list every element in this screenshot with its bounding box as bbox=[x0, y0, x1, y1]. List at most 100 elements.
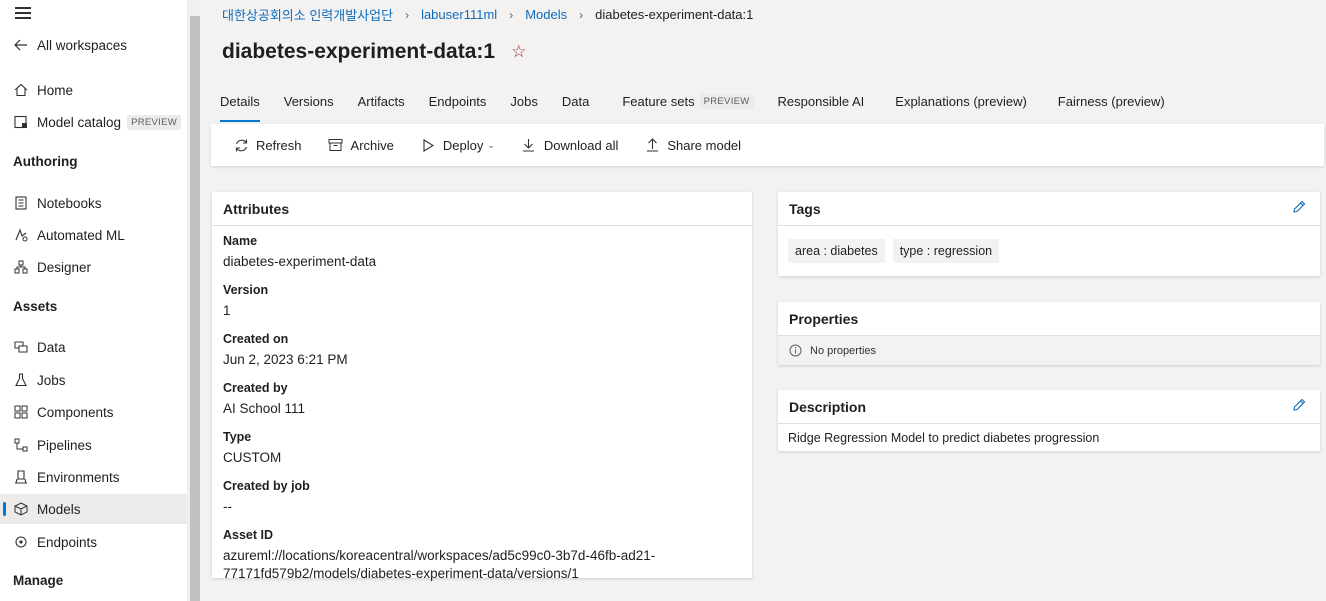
nav-models-label: Models bbox=[37, 501, 81, 517]
play-icon bbox=[420, 137, 436, 153]
nav-designer[interactable]: Designer bbox=[0, 252, 187, 282]
archive-button[interactable]: Archive bbox=[328, 137, 394, 153]
tag-chip[interactable]: type : regression bbox=[892, 239, 1000, 263]
archive-icon bbox=[328, 137, 344, 153]
nav-pipelines[interactable]: Pipelines bbox=[0, 430, 187, 460]
favorite-star-icon[interactable]: ☆ bbox=[511, 42, 526, 62]
feature-sets-preview-badge: PREVIEW bbox=[699, 94, 754, 109]
breadcrumb: 대한상공회의소 인력개발사업단 › labuser111ml › Models … bbox=[222, 5, 753, 24]
components-icon bbox=[13, 404, 29, 420]
notebook-icon bbox=[13, 195, 29, 211]
tab-jobs[interactable]: Jobs bbox=[510, 94, 537, 124]
nav-automated-ml-label: Automated ML bbox=[37, 227, 125, 243]
attr-created-by-value: AI School 111 bbox=[223, 401, 306, 416]
share-model-button[interactable]: Share model bbox=[644, 137, 741, 153]
tab-explanations[interactable]: Explanations (preview) bbox=[895, 94, 1027, 124]
main-content: 대한상공회의소 인력개발사업단 › labuser111ml › Models … bbox=[202, 0, 1326, 601]
nav-data[interactable]: Data bbox=[0, 332, 187, 362]
nav-model-catalog-label: Model catalog bbox=[37, 114, 122, 130]
attr-created-by-job-label: Created by job bbox=[223, 479, 310, 493]
tab-fairness[interactable]: Fairness (preview) bbox=[1058, 94, 1165, 124]
nav-home[interactable]: Home bbox=[0, 75, 187, 105]
nav-data-label: Data bbox=[37, 339, 66, 355]
description-text: Ridge Regression Model to predict diabet… bbox=[788, 431, 1100, 445]
nav-endpoints-label: Endpoints bbox=[37, 534, 98, 550]
chevron-right-icon: › bbox=[405, 7, 410, 22]
nav-jobs-label: Jobs bbox=[37, 372, 66, 388]
attr-version-label: Version bbox=[223, 283, 269, 297]
deploy-button[interactable]: Deploy ⌄ bbox=[420, 137, 495, 153]
attr-name-label: Name bbox=[223, 234, 258, 248]
nav-components-label: Components bbox=[37, 404, 114, 420]
attributes-card: Attributes Name diabetes-experiment-data… bbox=[212, 192, 752, 581]
attr-type-value: CUSTOM bbox=[223, 450, 282, 465]
section-assets: Assets bbox=[13, 299, 58, 314]
tag-chip[interactable]: area : diabetes bbox=[788, 239, 885, 263]
command-bar: Refresh Archive Deploy ⌄ Download all Sh… bbox=[211, 124, 1324, 166]
tab-responsible-ai[interactable]: Responsible AI bbox=[778, 94, 865, 124]
refresh-button[interactable]: Refresh bbox=[233, 137, 302, 153]
nav-home-label: Home bbox=[37, 82, 74, 98]
chevron-down-icon: ⌄ bbox=[487, 139, 495, 150]
breadcrumb-models[interactable]: Models bbox=[525, 7, 567, 22]
nav-notebooks[interactable]: Notebooks bbox=[0, 188, 187, 218]
nav-endpoints[interactable]: Endpoints bbox=[0, 527, 187, 557]
preview-badge: PREVIEW bbox=[127, 114, 181, 130]
nav-jobs[interactable]: Jobs bbox=[0, 365, 187, 395]
nav-environments[interactable]: Environments bbox=[0, 462, 187, 492]
tab-versions[interactable]: Versions bbox=[284, 94, 334, 124]
nav-notebooks-label: Notebooks bbox=[37, 195, 102, 211]
model-catalog-icon bbox=[13, 114, 29, 130]
section-authoring: Authoring bbox=[13, 154, 78, 169]
attr-asset-id-label: Asset ID bbox=[223, 528, 274, 542]
home-icon bbox=[13, 82, 29, 98]
edit-pencil-icon[interactable] bbox=[1292, 200, 1306, 217]
nav-pipelines-label: Pipelines bbox=[37, 437, 92, 453]
chevron-right-icon: › bbox=[579, 7, 584, 22]
nav-environments-label: Environments bbox=[37, 469, 120, 485]
endpoints-icon bbox=[13, 534, 29, 550]
chevron-right-icon: › bbox=[509, 7, 514, 22]
edit-pencil-icon[interactable] bbox=[1292, 398, 1306, 415]
info-icon bbox=[789, 344, 802, 357]
download-all-button[interactable]: Download all bbox=[521, 137, 618, 153]
tags-card: Tags area : diabetes type : regression bbox=[778, 192, 1320, 276]
attr-created-by-job-value: -- bbox=[223, 499, 232, 514]
attr-asset-id-value-line1: azureml://locations/koreacentral/workspa… bbox=[223, 548, 656, 563]
refresh-icon bbox=[233, 137, 249, 153]
data-icon bbox=[13, 339, 29, 355]
pipelines-icon bbox=[13, 437, 29, 453]
tab-data[interactable]: Data bbox=[562, 94, 589, 124]
properties-card: Properties No properties bbox=[778, 302, 1320, 365]
nav-models[interactable]: Models bbox=[0, 494, 187, 524]
attr-created-on-label: Created on bbox=[223, 332, 289, 346]
breadcrumb-workspace[interactable]: labuser111ml bbox=[421, 7, 497, 22]
breadcrumb-workspace-group[interactable]: 대한상공회의소 인력개발사업단 bbox=[222, 5, 393, 24]
attributes-heading: Attributes bbox=[212, 192, 752, 226]
attr-version-value: 1 bbox=[223, 303, 231, 318]
sidebar-scrollbar-thumb[interactable] bbox=[190, 16, 200, 601]
attr-type-label: Type bbox=[223, 430, 252, 444]
hamburger-menu-icon[interactable] bbox=[15, 6, 31, 20]
description-heading: Description bbox=[778, 390, 1320, 424]
share-icon bbox=[644, 137, 660, 153]
tab-endpoints[interactable]: Endpoints bbox=[429, 94, 487, 124]
description-card: Description Ridge Regression Model to pr… bbox=[778, 390, 1320, 451]
no-properties-message: No properties bbox=[778, 336, 1320, 365]
attr-asset-id-value-line2: 77171fd579b2/models/diabetes-experiment-… bbox=[223, 566, 579, 581]
page-title: diabetes-experiment-data:1 bbox=[222, 40, 496, 63]
nav-model-catalog[interactable]: Model catalog PREVIEW bbox=[0, 107, 187, 137]
tab-feature-sets[interactable]: Feature sets PREVIEW bbox=[622, 94, 754, 124]
tab-artifacts[interactable]: Artifacts bbox=[358, 94, 405, 124]
environments-icon bbox=[13, 469, 29, 485]
nav-components[interactable]: Components bbox=[0, 397, 187, 427]
nav-automated-ml[interactable]: Automated ML bbox=[0, 220, 187, 250]
flask-icon bbox=[13, 372, 29, 388]
tab-bar: Details Versions Artifacts Endpoints Job… bbox=[220, 94, 1189, 124]
nav-all-workspaces[interactable]: All workspaces bbox=[0, 30, 187, 60]
tab-details[interactable]: Details bbox=[220, 94, 260, 124]
back-arrow-icon bbox=[13, 37, 29, 53]
attr-created-by-label: Created by bbox=[223, 381, 288, 395]
left-navigation: All workspaces Home Model catalog PREVIE… bbox=[0, 0, 187, 601]
cube-icon bbox=[13, 501, 29, 517]
